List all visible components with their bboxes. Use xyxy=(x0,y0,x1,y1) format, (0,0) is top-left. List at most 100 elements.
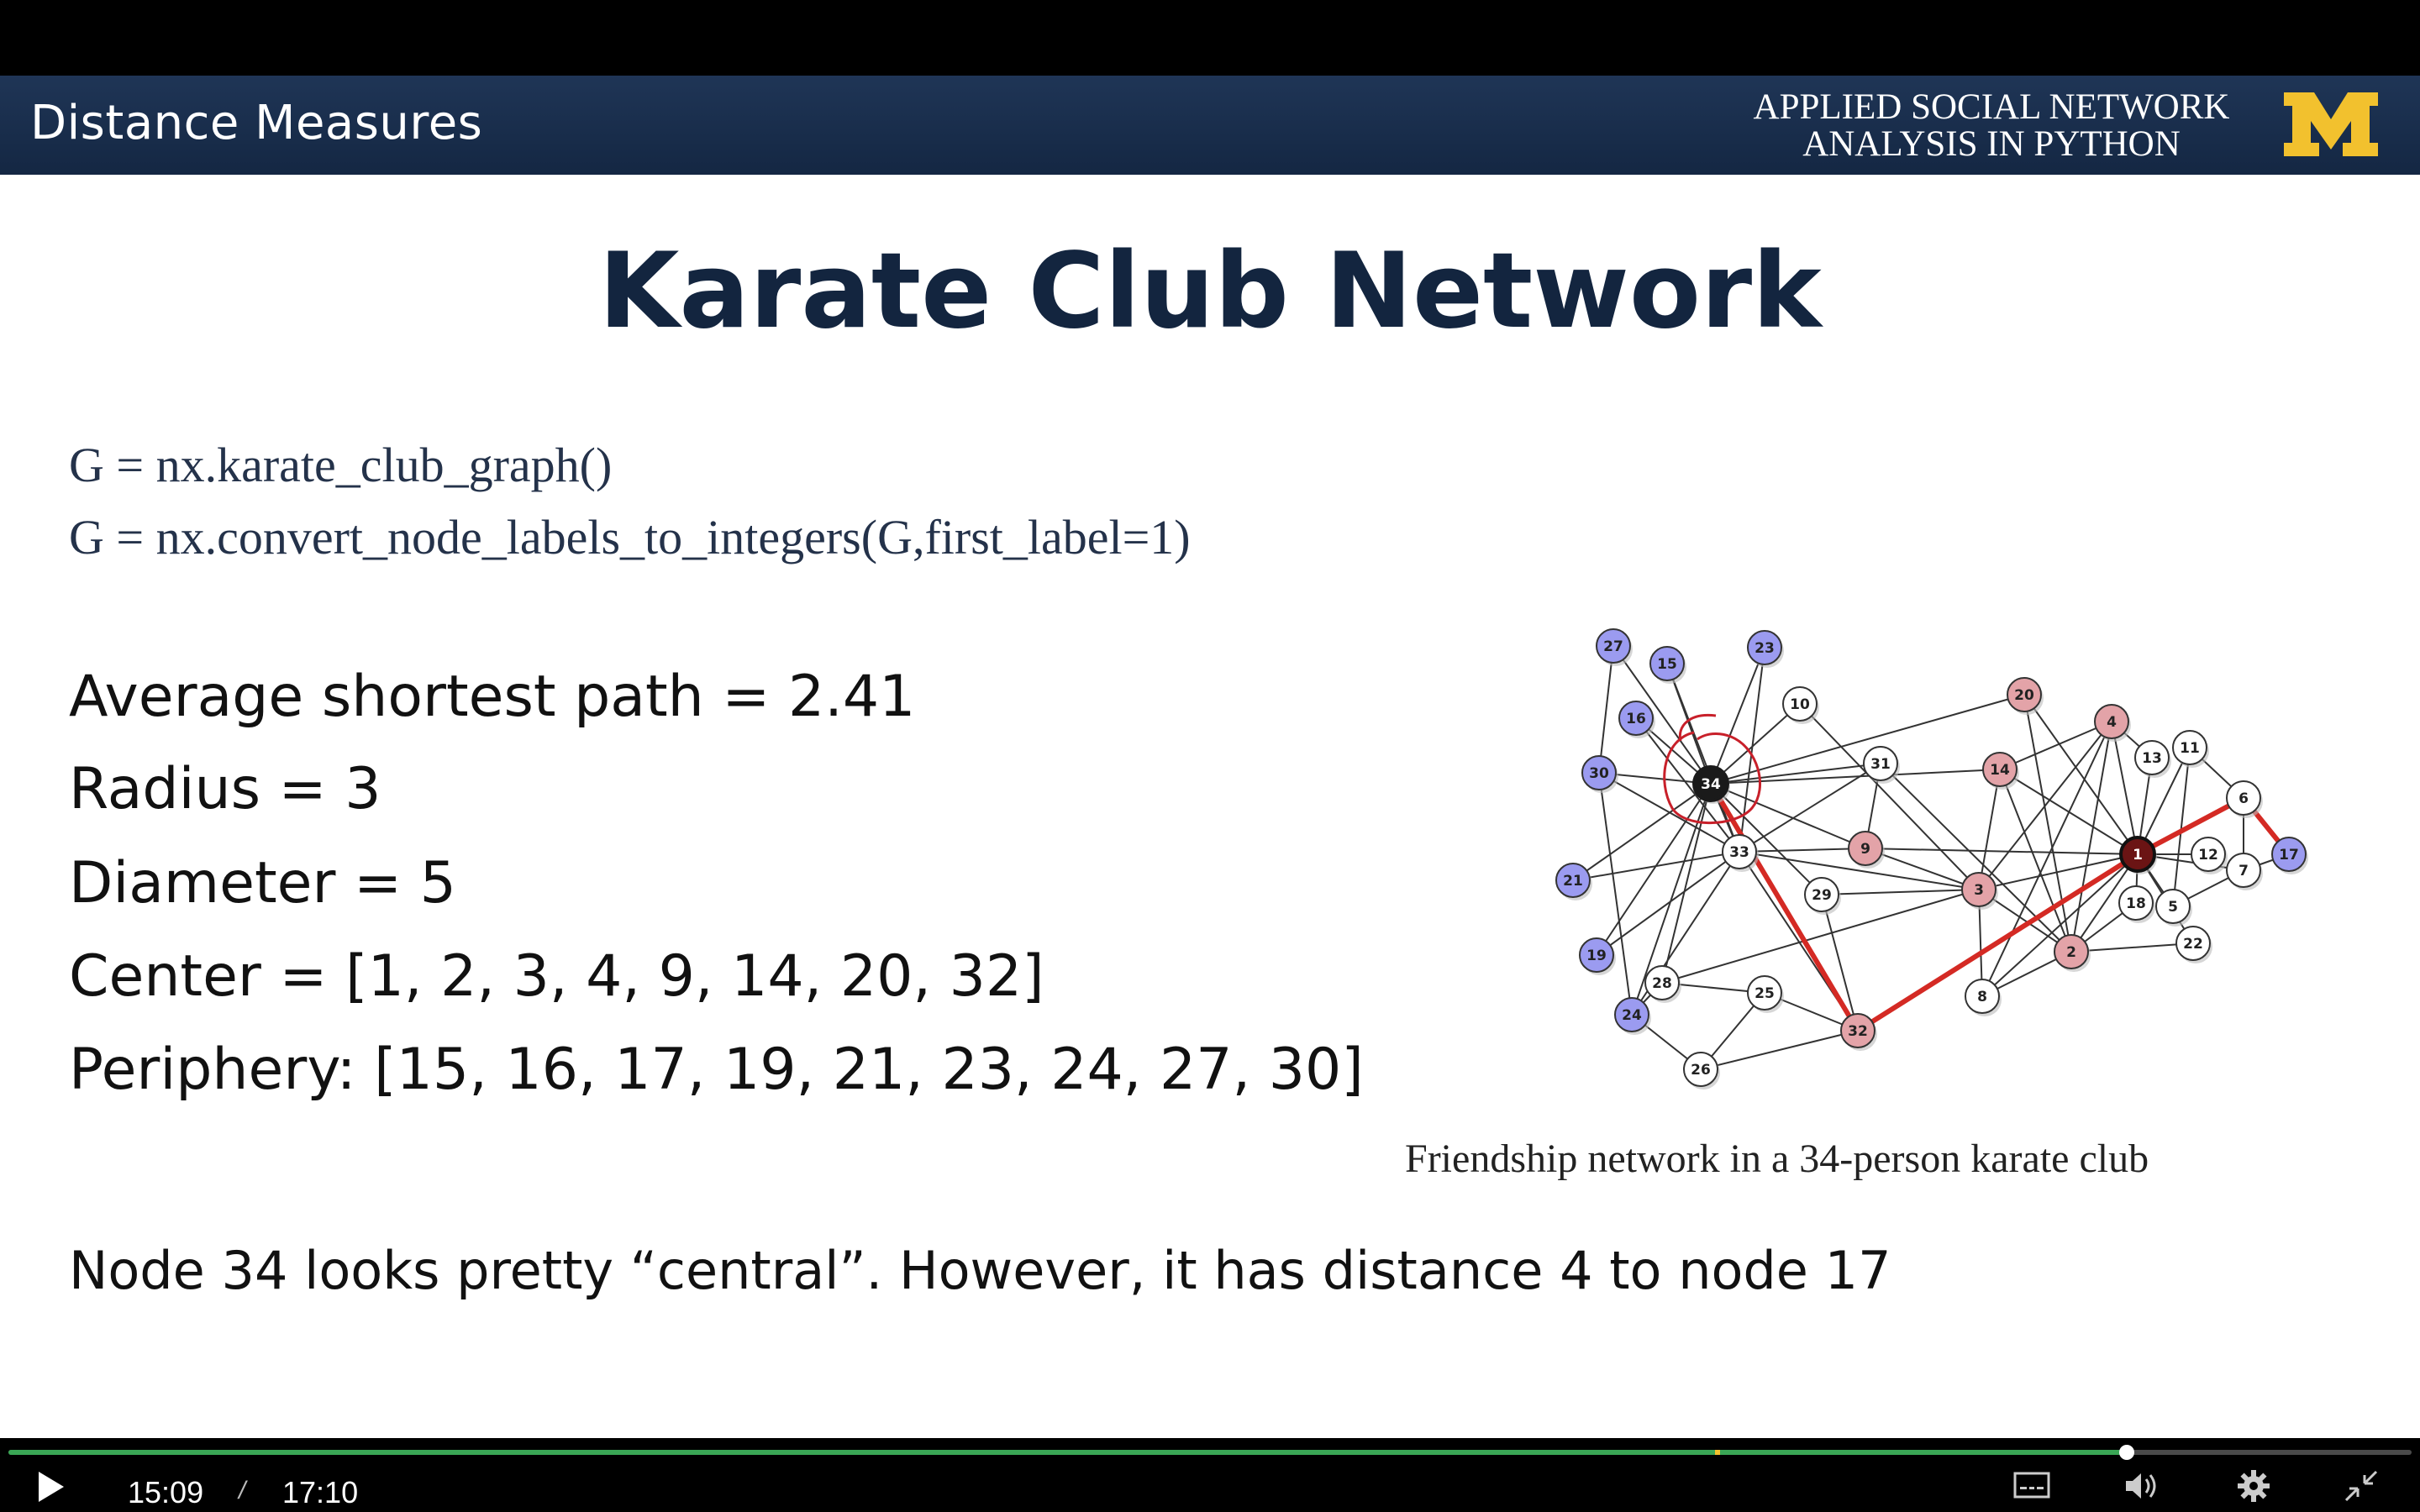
network-node: 34 xyxy=(1692,765,1730,804)
stat-center: Center = [1, 2, 3, 4, 9, 14, 20, 32] xyxy=(69,943,1044,1010)
network-node: 28 xyxy=(1644,965,1681,1003)
network-node: 24 xyxy=(1614,997,1651,1035)
node-label: 6 xyxy=(2238,790,2249,807)
node-label: 20 xyxy=(2014,687,2034,704)
network-edge xyxy=(1999,721,2112,770)
node-label: 15 xyxy=(1657,656,1677,673)
network-node: 9 xyxy=(1848,831,1885,869)
network-node: 27 xyxy=(1596,628,1633,666)
network-node: 6 xyxy=(2226,780,2263,818)
progress-bar[interactable] xyxy=(8,1445,2412,1460)
network-edge xyxy=(1999,769,2072,953)
network-node: 13 xyxy=(2134,740,2171,778)
node-label: 17 xyxy=(2279,847,2299,864)
node-label: 9 xyxy=(1860,841,1870,858)
progress-fill xyxy=(8,1450,2128,1455)
node-label: 32 xyxy=(1848,1023,1868,1040)
university-m-logo xyxy=(2284,92,2378,156)
network-node: 1 xyxy=(2119,836,2157,874)
progress-handle[interactable] xyxy=(2119,1445,2135,1460)
time-separator: / xyxy=(239,1477,246,1504)
play-icon[interactable] xyxy=(30,1468,71,1505)
node-label: 12 xyxy=(2198,847,2218,864)
network-node: 17 xyxy=(2271,837,2308,874)
stat-average-shortest-path: Average shortest path = 2.41 xyxy=(69,664,916,730)
node-label: 8 xyxy=(1977,989,1987,1005)
node-label: 28 xyxy=(1652,975,1672,992)
node-label: 29 xyxy=(1812,887,1832,904)
course-name-line2: ANALYSIS IN PYTHON xyxy=(1802,124,2181,164)
network-node: 18 xyxy=(2118,885,2155,923)
node-label: 13 xyxy=(2142,750,2162,767)
network-edge xyxy=(2070,721,2112,953)
slide-title: Karate Club Network xyxy=(598,231,1822,352)
network-node: 31 xyxy=(1863,746,1900,784)
code-line-convert: G = nx.convert_node_labels_to_integers(G… xyxy=(69,510,1191,564)
network-node: 30 xyxy=(1581,755,1618,793)
slide-header-bar: Distance Measures APPLIED SOCIAL NETWORK… xyxy=(0,76,2420,175)
network-edge xyxy=(1596,783,1712,956)
slide-note: Node 34 looks pretty “central”. However,… xyxy=(69,1240,1891,1301)
network-node: 23 xyxy=(1747,630,1784,668)
network-edge xyxy=(1710,763,1881,785)
node-label: 24 xyxy=(1622,1007,1642,1024)
network-edge xyxy=(1999,769,2139,855)
node-label: 1 xyxy=(2133,847,2143,864)
node-label: 11 xyxy=(2180,740,2200,757)
node-label: 3 xyxy=(1974,882,1984,899)
course-name: APPLIED SOCIAL NETWORK ANALYSIS IN PYTHO… xyxy=(1731,89,2252,163)
network-edge xyxy=(1981,853,2139,997)
network-edge xyxy=(1598,772,1633,1016)
network-node: 26 xyxy=(1683,1052,1720,1089)
node-label: 31 xyxy=(1870,756,1891,773)
current-time: 15:09 xyxy=(128,1475,204,1509)
node-label: 25 xyxy=(1754,985,1775,1002)
duration: 17:10 xyxy=(282,1475,359,1509)
volume-icon[interactable] xyxy=(2121,1467,2161,1505)
network-node: 29 xyxy=(1804,877,1841,915)
network-node: 15 xyxy=(1649,646,1686,684)
network-node: 3 xyxy=(1961,872,1998,910)
node-label: 16 xyxy=(1626,711,1646,727)
node-label: 33 xyxy=(1729,844,1749,861)
network-node: 33 xyxy=(1722,834,1759,872)
captions-icon[interactable] xyxy=(2012,1467,2052,1505)
network-node: 16 xyxy=(1618,701,1655,738)
node-label: 2 xyxy=(2066,944,2076,961)
node-label: 23 xyxy=(1754,640,1775,657)
node-label: 27 xyxy=(1603,638,1623,655)
node-label: 21 xyxy=(1563,873,1583,890)
network-node: 21 xyxy=(1555,863,1592,900)
node-label: 4 xyxy=(2107,714,2117,731)
stat-radius: Radius = 3 xyxy=(69,756,381,822)
network-edge xyxy=(1596,851,1740,956)
network-edge xyxy=(1821,889,1980,895)
network-node: 7 xyxy=(2226,853,2263,890)
node-label: 34 xyxy=(1701,776,1721,793)
network-caption: Friendship network in a 34-person karate… xyxy=(1405,1137,2149,1181)
lecture-slide: Distance Measures APPLIED SOCIAL NETWORK… xyxy=(0,76,2420,1438)
node-label: 30 xyxy=(1589,765,1609,782)
network-node: 20 xyxy=(2007,677,2044,715)
network-node: 5 xyxy=(2155,889,2192,927)
stat-diameter: Diameter = 5 xyxy=(69,850,456,916)
network-edge xyxy=(1739,848,1866,853)
node-label: 7 xyxy=(2238,863,2249,879)
node-label: 10 xyxy=(1790,696,1810,713)
network-node: 11 xyxy=(2172,730,2209,768)
node-label: 18 xyxy=(2126,895,2146,912)
settings-gear-icon[interactable] xyxy=(2233,1467,2274,1505)
karate-network-diagram: 1234567891011121314151617181920212223242… xyxy=(1555,628,2308,1089)
network-node: 19 xyxy=(1579,937,1616,975)
network-node: 10 xyxy=(1782,686,1819,724)
progress-marker xyxy=(1714,1450,1720,1455)
stat-periphery: Periphery: [15, 16, 17, 19, 21, 23, 24, … xyxy=(69,1037,1364,1103)
section-title: Distance Measures xyxy=(30,96,483,150)
node-label: 5 xyxy=(2168,899,2178,916)
network-node: 8 xyxy=(1965,979,2002,1016)
exit-fullscreen-icon[interactable] xyxy=(2341,1467,2381,1505)
network-edge xyxy=(1821,894,1859,1032)
video-player: Distance Measures APPLIED SOCIAL NETWORK… xyxy=(0,0,2420,1512)
network-node: 14 xyxy=(1982,752,2019,790)
code-line-graph: G = nx.karate_club_graph() xyxy=(69,438,613,492)
